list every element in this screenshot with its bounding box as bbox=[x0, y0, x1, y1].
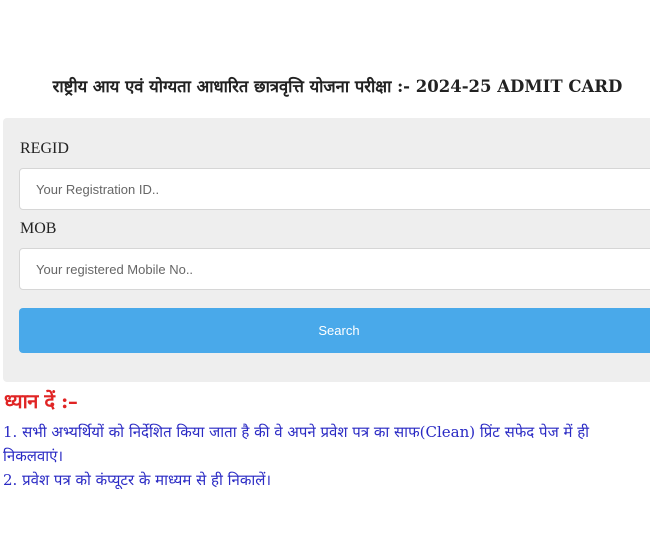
mobile-number-input[interactable] bbox=[19, 248, 650, 290]
regid-label: REGID bbox=[20, 140, 69, 157]
registration-id-input[interactable] bbox=[19, 168, 650, 210]
mob-label: MOB bbox=[20, 220, 57, 237]
notice-item-clean-print: 1. सभी अभ्यर्थियों को निर्देशित किया जात… bbox=[3, 423, 590, 465]
notice-heading: ध्यान दें :– bbox=[4, 389, 78, 413]
admit-card-form: REGID MOB Search bbox=[3, 118, 650, 382]
search-button[interactable]: Search bbox=[19, 308, 650, 353]
notice-item-computer-download: 2. प्रवेश पत्र को कंप्यूटर के माध्यम से … bbox=[3, 471, 272, 489]
notice-list: 1. सभी अभ्यर्थियों को निर्देशित किया जात… bbox=[3, 420, 623, 492]
page-title: राष्ट्रीय आय एवं योग्यता आधारित छात्रवृत… bbox=[52, 77, 623, 96]
